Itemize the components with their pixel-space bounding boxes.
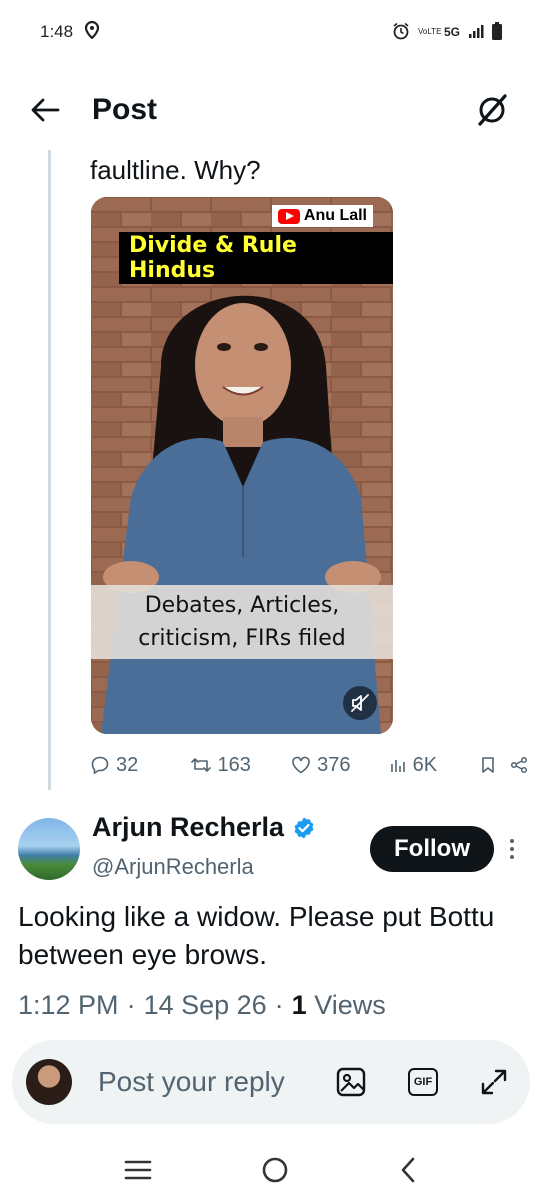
top-app-bar: Post xyxy=(0,64,542,156)
post-date: 14 Sep 26 xyxy=(143,990,267,1020)
author-row: Arjun Recherla xyxy=(92,812,316,843)
bookmark-action[interactable] xyxy=(480,756,510,774)
gif-button[interactable]: GIF xyxy=(408,1068,438,1096)
system-back-icon[interactable] xyxy=(397,1156,419,1184)
like-action[interactable]: 376 xyxy=(291,754,389,777)
avatar[interactable] xyxy=(18,818,80,880)
system-navigation-bar xyxy=(0,1140,542,1200)
channel-name: Anu Lall xyxy=(303,207,367,224)
reply-icon xyxy=(91,756,109,775)
reply-count: 32 xyxy=(116,753,139,776)
video-caption-line2: criticism, FIRs filed xyxy=(138,626,346,651)
grok-icon xyxy=(478,94,507,126)
meta-separator: · xyxy=(274,990,284,1020)
author-handle[interactable]: @ArjunRecherla xyxy=(92,854,254,880)
current-user-avatar xyxy=(26,1059,72,1105)
heart-icon xyxy=(292,756,310,774)
tweet-actions: 32 163 376 6K xyxy=(90,748,530,782)
more-options-button[interactable] xyxy=(500,832,524,866)
image-icon[interactable] xyxy=(336,1067,366,1097)
parent-tweet-text: faultline. Why? xyxy=(90,155,261,185)
alarm-icon xyxy=(392,22,410,43)
analytics-icon xyxy=(390,760,405,772)
follow-button[interactable]: Follow xyxy=(370,826,494,872)
video-caption: Debates, Articles, criticism, FIRs filed xyxy=(91,585,393,659)
mute-button[interactable] xyxy=(343,686,377,720)
repost-icon xyxy=(190,758,211,772)
reply-composer[interactable]: Post your reply GIF xyxy=(12,1040,530,1124)
post-time: 1:12 PM xyxy=(18,990,119,1020)
views-action[interactable]: 6K xyxy=(389,754,481,777)
share-action[interactable] xyxy=(510,756,530,774)
volte-icon: VoLTE xyxy=(417,27,442,36)
bookmark-icon xyxy=(482,757,495,773)
expand-icon[interactable] xyxy=(480,1068,508,1096)
status-bar: 1:48 VoLTE 5G xyxy=(0,0,542,64)
status-time: 1:48 xyxy=(40,22,74,41)
grok-button[interactable] xyxy=(472,90,512,130)
meta-separator: · xyxy=(126,990,136,1020)
views-label: Views xyxy=(314,990,386,1020)
arrow-left-icon xyxy=(31,98,60,122)
gif-label: GIF xyxy=(413,1076,433,1088)
network-label: 5G xyxy=(443,25,460,39)
views-summary[interactable]: 1 Views xyxy=(292,990,386,1021)
repost-count: 163 xyxy=(217,753,251,776)
page-title: Post xyxy=(92,93,158,126)
author-display-name[interactable]: Arjun Recherla xyxy=(92,812,284,843)
recent-apps-icon[interactable] xyxy=(123,1158,153,1182)
tweet-video[interactable]: Anu Lall Divide & Rule Hindus Debates, A… xyxy=(91,197,393,734)
more-dot xyxy=(510,855,514,859)
reply-action[interactable]: 32 xyxy=(90,754,190,777)
reply-text: Looking like a widow. Please put Bottu b… xyxy=(18,901,495,970)
video-headline: Divide & Rule Hindus xyxy=(119,232,393,284)
location-icon xyxy=(84,20,100,44)
signal-icon xyxy=(468,24,484,41)
views-number: 1 xyxy=(291,990,307,1020)
video-caption-line1: Debates, Articles, xyxy=(144,593,340,618)
tweet-metadata: 1:12 PM · 14 Sep 26 · 1 Views xyxy=(18,990,386,1021)
reply-input[interactable]: Post your reply xyxy=(98,1066,285,1098)
share-icon xyxy=(511,756,528,774)
back-button[interactable] xyxy=(30,90,70,130)
like-count: 376 xyxy=(317,753,351,776)
more-dot xyxy=(510,839,514,843)
home-icon[interactable] xyxy=(260,1155,290,1185)
youtube-logo-icon xyxy=(277,208,300,224)
more-dot xyxy=(510,847,514,851)
views-count: 6K xyxy=(412,753,438,776)
verified-badge-icon xyxy=(294,817,314,838)
speaker-muted-icon xyxy=(351,694,369,712)
thread-connector-line xyxy=(48,150,51,790)
repost-action[interactable]: 163 xyxy=(190,754,292,777)
battery-icon xyxy=(492,21,502,43)
channel-badge: Anu Lall xyxy=(271,205,373,227)
